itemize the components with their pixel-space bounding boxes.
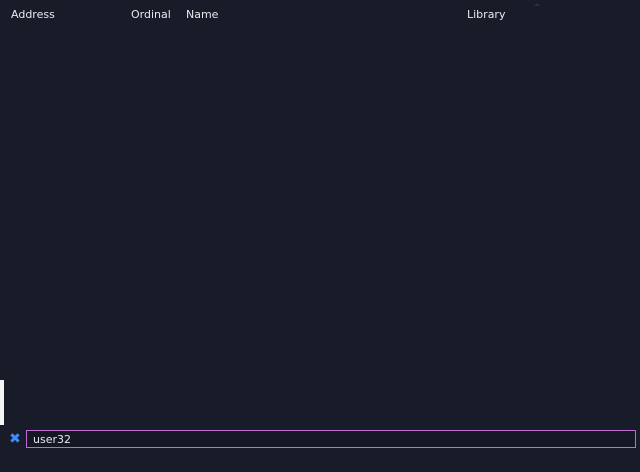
panel-edge <box>0 380 4 425</box>
filter-bar: ✖ <box>0 428 640 452</box>
sort-indicator-icon <box>534 3 540 6</box>
exports-window: Address Ordinal Name Library ✖ <box>0 0 640 472</box>
column-header-address[interactable]: Address <box>11 8 55 21</box>
table-header: Address Ordinal Name Library <box>0 0 640 28</box>
column-header-name[interactable]: Name <box>186 8 218 21</box>
column-header-ordinal[interactable]: Ordinal <box>131 8 171 21</box>
column-header-library[interactable]: Library <box>467 8 505 21</box>
table-body[interactable] <box>0 28 640 424</box>
filter-input[interactable] <box>26 430 636 448</box>
close-icon[interactable]: ✖ <box>9 432 21 446</box>
